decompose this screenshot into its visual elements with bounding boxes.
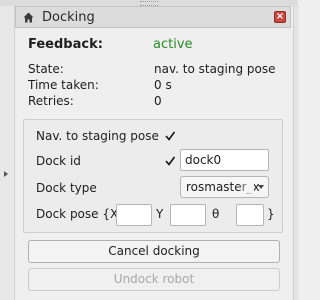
dock-pose-y-label: Y — [156, 207, 164, 221]
dock-id-label: Dock id — [36, 154, 81, 168]
left-dock-strip — [0, 6, 15, 300]
dock-pose-label: Dock pose {X — [36, 207, 119, 221]
feedback-status: active — [153, 37, 193, 52]
dock-pose-y-input[interactable] — [170, 204, 206, 226]
dock-pose-theta-input[interactable] — [236, 204, 264, 226]
dock-pose-close-brace: } — [267, 207, 275, 221]
home-icon — [23, 12, 34, 23]
dock-id-checkbox[interactable] — [165, 156, 175, 166]
feedback-label: Feedback: — [28, 37, 103, 52]
nav-staging-label: Nav. to staging pose — [36, 129, 159, 143]
chevron-down-icon — [258, 185, 264, 189]
state-value: nav. to staging pose — [154, 62, 276, 76]
retries-value: 0 — [154, 94, 162, 108]
dock-type-label: Dock type — [36, 181, 97, 195]
cancel-docking-button[interactable]: Cancel docking — [28, 240, 280, 263]
close-icon[interactable]: × — [274, 11, 286, 23]
dock-pose-x-input[interactable] — [116, 204, 152, 226]
dock-pose-theta-label: θ — [212, 207, 220, 221]
time-taken-label: Time taken: — [28, 78, 99, 92]
retries-label: Retries: — [28, 94, 74, 108]
nav-staging-checkbox[interactable] — [165, 131, 175, 141]
expand-arrow-icon[interactable] — [4, 171, 8, 177]
time-taken-value: 0 s — [154, 78, 172, 92]
state-label: State: — [28, 62, 64, 76]
panel-titlebar[interactable]: Docking × — [15, 6, 291, 28]
dock-type-select[interactable]: rosmaster_x — [180, 176, 269, 198]
panel-title: Docking — [42, 10, 95, 25]
right-scrollbar[interactable] — [293, 6, 299, 300]
dock-id-input[interactable]: dock0 — [180, 149, 269, 171]
undock-robot-button[interactable]: Undock robot — [28, 268, 280, 291]
